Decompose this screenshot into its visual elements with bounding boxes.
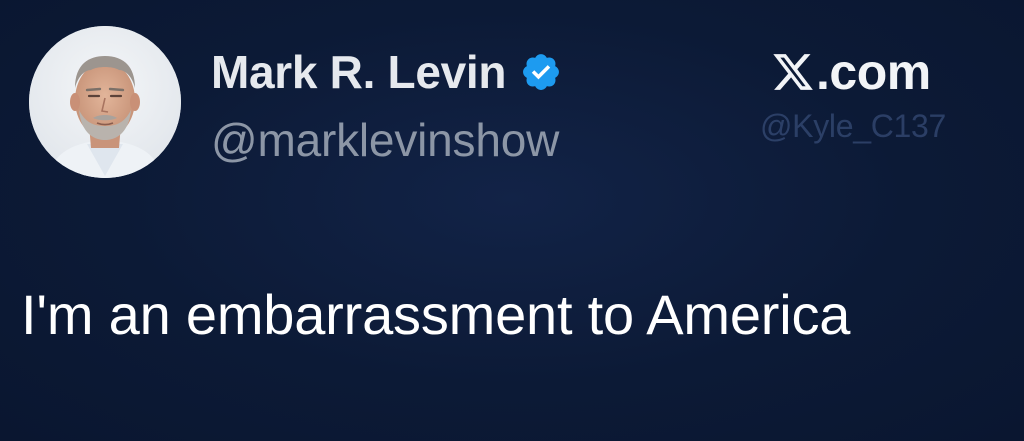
watermark: @Kyle_C137 bbox=[760, 108, 947, 144]
avatar[interactable] bbox=[29, 26, 181, 178]
x-brand-logo: .com bbox=[771, 44, 931, 100]
display-name[interactable]: Mark R. Levin bbox=[211, 45, 507, 99]
verified-badge-icon bbox=[520, 51, 562, 93]
tweet-text: I'm an embarrassment to America bbox=[21, 283, 851, 346]
author-handle[interactable]: @marklevinshow bbox=[211, 113, 559, 167]
avatar-photo bbox=[29, 26, 181, 178]
author-name-row: Mark R. Levin bbox=[211, 44, 562, 100]
x-logo-icon bbox=[771, 49, 815, 95]
tweet-card: Mark R. Levin @marklevinshow .com @Kyle_… bbox=[0, 0, 1024, 441]
brand-domain-text: .com bbox=[816, 44, 931, 100]
